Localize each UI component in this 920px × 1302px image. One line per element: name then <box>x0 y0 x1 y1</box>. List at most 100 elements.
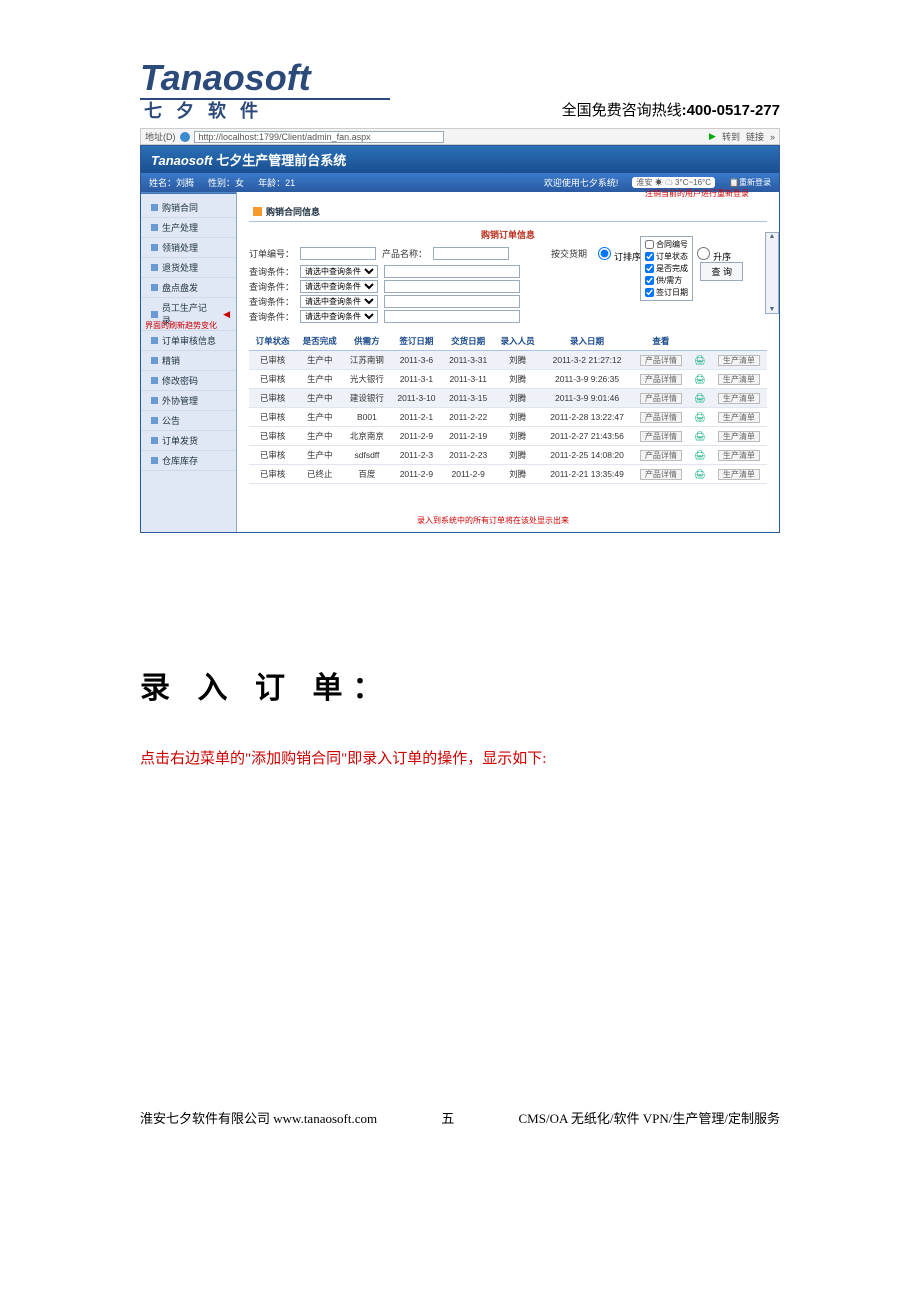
cell-entry-user: 刘腾 <box>494 465 541 484</box>
th-entry-date: 录入日期 <box>541 332 633 351</box>
chk-contract-no[interactable]: 合同编号 <box>645 239 688 250</box>
th-entry-user: 录入人员 <box>494 332 541 351</box>
nav-icon <box>151 437 158 444</box>
cond-label-1: 查询条件： <box>249 265 294 278</box>
nav-icon <box>151 357 158 364</box>
table-row: 已审核已终止百度2011-2-92011-2-9刘腾2011-2-21 13:3… <box>249 465 767 484</box>
chk-sign-date[interactable]: 签订日期 <box>645 287 688 298</box>
prodlist-button[interactable]: 生产清单 <box>718 412 760 423</box>
logo: Tanaosoft 七夕软件 <box>140 60 390 120</box>
cell-print: 🖨 <box>689 351 711 370</box>
annotation-refresh: 界面的刷新趋势变化 <box>145 320 217 331</box>
cond-select-2[interactable]: 请选中查询条件 <box>300 280 378 293</box>
cond-value-1[interactable] <box>384 265 520 278</box>
prodlist-button[interactable]: 生产清单 <box>718 431 760 442</box>
addr-url[interactable]: http://localhost:1799/Client/admin_fan.a… <box>194 131 444 143</box>
goto-label[interactable]: 转到 <box>722 130 740 143</box>
logo-cn: 七夕软件 <box>140 102 390 120</box>
cond-value-3[interactable] <box>384 295 520 308</box>
printer-icon[interactable]: 🖨 <box>694 450 705 460</box>
prodlist-button[interactable]: 生产清单 <box>718 469 760 480</box>
printer-icon[interactable]: 🖨 <box>694 374 705 384</box>
links-label[interactable]: 链接 <box>746 130 764 143</box>
detail-button[interactable]: 产品详情 <box>640 355 682 366</box>
sidebar-item-return[interactable]: 退货处理 <box>141 258 236 278</box>
sidebar-item-notice[interactable]: 公告 <box>141 411 236 431</box>
th-deliver-date: 交货日期 <box>442 332 494 351</box>
sort-label: 按交货期 <box>551 247 587 260</box>
cond-label-3: 查询条件： <box>249 295 294 308</box>
sex-label: 性别： <box>208 178 235 188</box>
detail-button[interactable]: 产品详情 <box>640 450 682 461</box>
cond-value-2[interactable] <box>384 280 520 293</box>
cell-supplier: 建设银行 <box>343 389 390 408</box>
cell-supplier: B001 <box>343 408 390 427</box>
printer-icon[interactable]: 🖨 <box>694 469 705 479</box>
sun-icon: ☀ <box>655 178 663 187</box>
chk-supplier[interactable]: 供/需方 <box>645 275 688 286</box>
sidebar-item-inventory-check[interactable]: 盘点盘发 <box>141 278 236 298</box>
printer-icon[interactable]: 🖨 <box>694 393 705 403</box>
sidebar: 购销合同 生产处理 领销处理 退货处理 盘点盘发 员工生产记录◀ 订单审核信息 … <box>141 192 237 532</box>
annotation-relogin: 注销当前的用户进行重新登录 <box>645 188 749 199</box>
prodlist-button[interactable]: 生产清单 <box>718 393 760 404</box>
nav-icon <box>151 457 158 464</box>
sidebar-item-sales[interactable]: 领销处理 <box>141 238 236 258</box>
cell-status: 已审核 <box>249 408 296 427</box>
order-no-input[interactable] <box>300 247 376 260</box>
table-row: 已审核生产中B0012011-2-12011-2-22刘腾2011-2-28 1… <box>249 408 767 427</box>
welcome-text: 欢迎使用七夕系统! <box>544 176 619 189</box>
radio-sort-default[interactable]: 订排序 <box>593 244 641 263</box>
sidebar-item-refine[interactable]: 精销 <box>141 351 236 371</box>
page-footer: 淮安七夕软件有限公司 www.tanaosoft.com 五 CMS/OA 无纸… <box>40 1108 880 1127</box>
sidebar-item-change-pw[interactable]: 修改密码 <box>141 371 236 391</box>
sidebar-item-warehouse[interactable]: 仓库库存 <box>141 451 236 471</box>
cond-label-4: 查询条件： <box>249 310 294 323</box>
cell-sign-date: 2011-2-1 <box>391 408 443 427</box>
relogin-link[interactable]: 📋重新登录 <box>729 177 771 188</box>
prodlist-button[interactable]: 生产清单 <box>718 450 760 461</box>
cell-deliver-date: 2011-2-23 <box>442 446 494 465</box>
cell-sign-date: 2011-3-10 <box>391 389 443 408</box>
printer-icon[interactable]: 🖨 <box>694 355 705 365</box>
cell-sign-date: 2011-2-9 <box>391 427 443 446</box>
detail-button[interactable]: 产品详情 <box>640 431 682 442</box>
th-prod-list <box>711 332 767 351</box>
detail-button[interactable]: 产品详情 <box>640 393 682 404</box>
scroll-down-icon[interactable]: ▼ <box>769 306 776 313</box>
chk-is-done[interactable]: 是否完成 <box>645 263 688 274</box>
scrollbar[interactable]: ▲▼ <box>765 232 779 314</box>
sidebar-item-order-review[interactable]: 订单审核信息 <box>141 331 236 351</box>
cell-entry-user: 刘腾 <box>494 446 541 465</box>
cond-value-4[interactable] <box>384 310 520 323</box>
footer-left: 淮安七夕软件有限公司 www.tanaosoft.com <box>140 1108 377 1127</box>
prodlist-button[interactable]: 生产清单 <box>718 374 760 385</box>
product-label: 产品名称： <box>382 247 427 260</box>
cell-deliver-date: 2011-2-22 <box>442 408 494 427</box>
cell-status: 已审核 <box>249 446 296 465</box>
panel-title: 购销合同信息 <box>249 202 767 222</box>
cell-entry-date: 2011-3-9 9:01:46 <box>541 389 633 408</box>
scroll-up-icon[interactable]: ▲ <box>769 233 776 240</box>
printer-icon[interactable]: 🖨 <box>694 431 705 441</box>
chk-order-status[interactable]: 订单状态 <box>645 251 688 262</box>
printer-icon[interactable]: 🖨 <box>694 412 705 422</box>
cell-sign-date: 2011-3-1 <box>391 370 443 389</box>
detail-button[interactable]: 产品详情 <box>640 412 682 423</box>
product-input[interactable] <box>433 247 509 260</box>
cond-select-1[interactable]: 请选中查询条件 <box>300 265 378 278</box>
cell-entry-date: 2011-2-28 13:22:47 <box>541 408 633 427</box>
detail-button[interactable]: 产品详情 <box>640 469 682 480</box>
sidebar-item-outsource[interactable]: 外协管理 <box>141 391 236 411</box>
query-button[interactable]: 查 询 <box>700 262 743 281</box>
detail-button[interactable]: 产品详情 <box>640 374 682 385</box>
document-body: 录 入 订 单： 点击右边菜单的"添加购销合同"即录入订单的操作，显示如下: <box>40 533 880 768</box>
cond-select-4[interactable]: 请选中查询条件 <box>300 310 378 323</box>
sidebar-item-order-ship[interactable]: 订单发货 <box>141 431 236 451</box>
prodlist-button[interactable]: 生产清单 <box>718 355 760 366</box>
sidebar-item-contract[interactable]: 购销合同 <box>141 198 236 218</box>
radio-sort-asc[interactable]: 升序 <box>692 244 731 263</box>
sex-value: 女 <box>235 178 244 188</box>
sidebar-item-production[interactable]: 生产处理 <box>141 218 236 238</box>
cond-select-3[interactable]: 请选中查询条件 <box>300 295 378 308</box>
